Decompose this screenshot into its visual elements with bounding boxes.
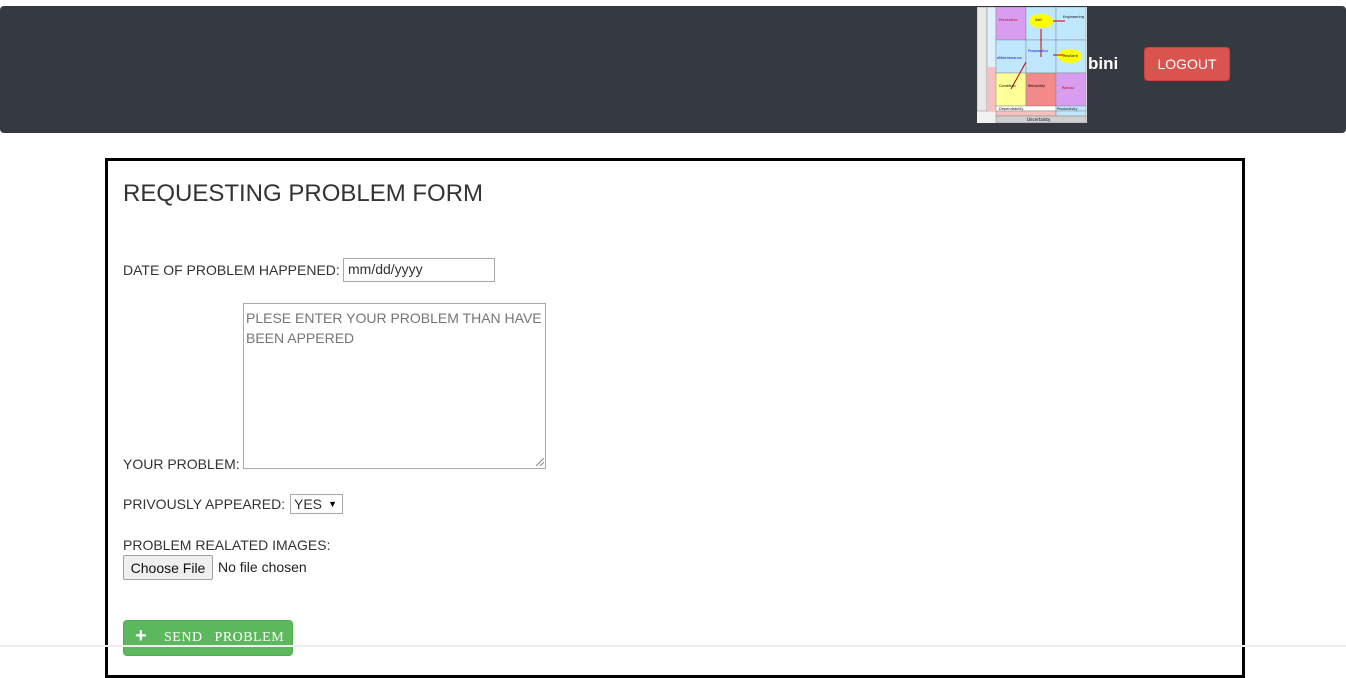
- svg-text:Robust: Robust: [1062, 86, 1075, 90]
- svg-text:Prognostics: Prognostics: [1028, 49, 1048, 53]
- images-label: PROBLEM REALATED IMAGES:: [123, 537, 331, 553]
- previously-label: PRIVOUSLY APPEARED:: [123, 496, 286, 512]
- send-problem-button[interactable]: + SEND PROBLEM: [123, 620, 293, 656]
- resize-grip-icon[interactable]: [536, 458, 544, 466]
- svg-text:Preventive: Preventive: [999, 18, 1018, 22]
- form-title: REQUESTING PROBLEM FORM: [123, 180, 484, 207]
- svg-text:Productivity: Productivity: [1057, 107, 1078, 111]
- svg-text:Resilient: Resilient: [1063, 54, 1079, 58]
- dropdown-arrow-icon: ▼: [328, 499, 337, 509]
- problem-label: YOUR PROBLEM:: [123, 456, 240, 472]
- problem-textarea[interactable]: PLESE ENTER YOUR PROBLEM THAN HAVE BEEN …: [243, 303, 546, 469]
- svg-text:Engineering: Engineering: [1063, 15, 1084, 19]
- date-label: DATE OF PROBLEM HAPPENED:: [123, 262, 340, 278]
- svg-text:eMaintenance: eMaintenance: [997, 56, 1022, 60]
- previously-value: YES: [294, 496, 323, 512]
- svg-text:Condition: Condition: [999, 84, 1016, 88]
- user-name: bini: [1088, 54, 1119, 73]
- file-status: No file chosen: [218, 559, 307, 575]
- svg-text:Self-: Self-: [1035, 18, 1043, 22]
- svg-text:Dependability: Dependability: [999, 107, 1023, 111]
- logo: Preventive Self- Engineering Prognostics…: [977, 7, 1087, 123]
- logout-button[interactable]: LOGOUT: [1144, 47, 1230, 81]
- svg-text:Reliability: Reliability: [1028, 84, 1045, 88]
- choose-file-button[interactable]: Choose File: [123, 555, 213, 580]
- svg-text:Uncertainty: Uncertainty: [1027, 117, 1051, 122]
- send-problem-label: SEND PROBLEM: [164, 630, 285, 645]
- date-input[interactable]: mm/dd/yyyy: [343, 258, 495, 282]
- previously-select[interactable]: YES ▼: [290, 494, 343, 514]
